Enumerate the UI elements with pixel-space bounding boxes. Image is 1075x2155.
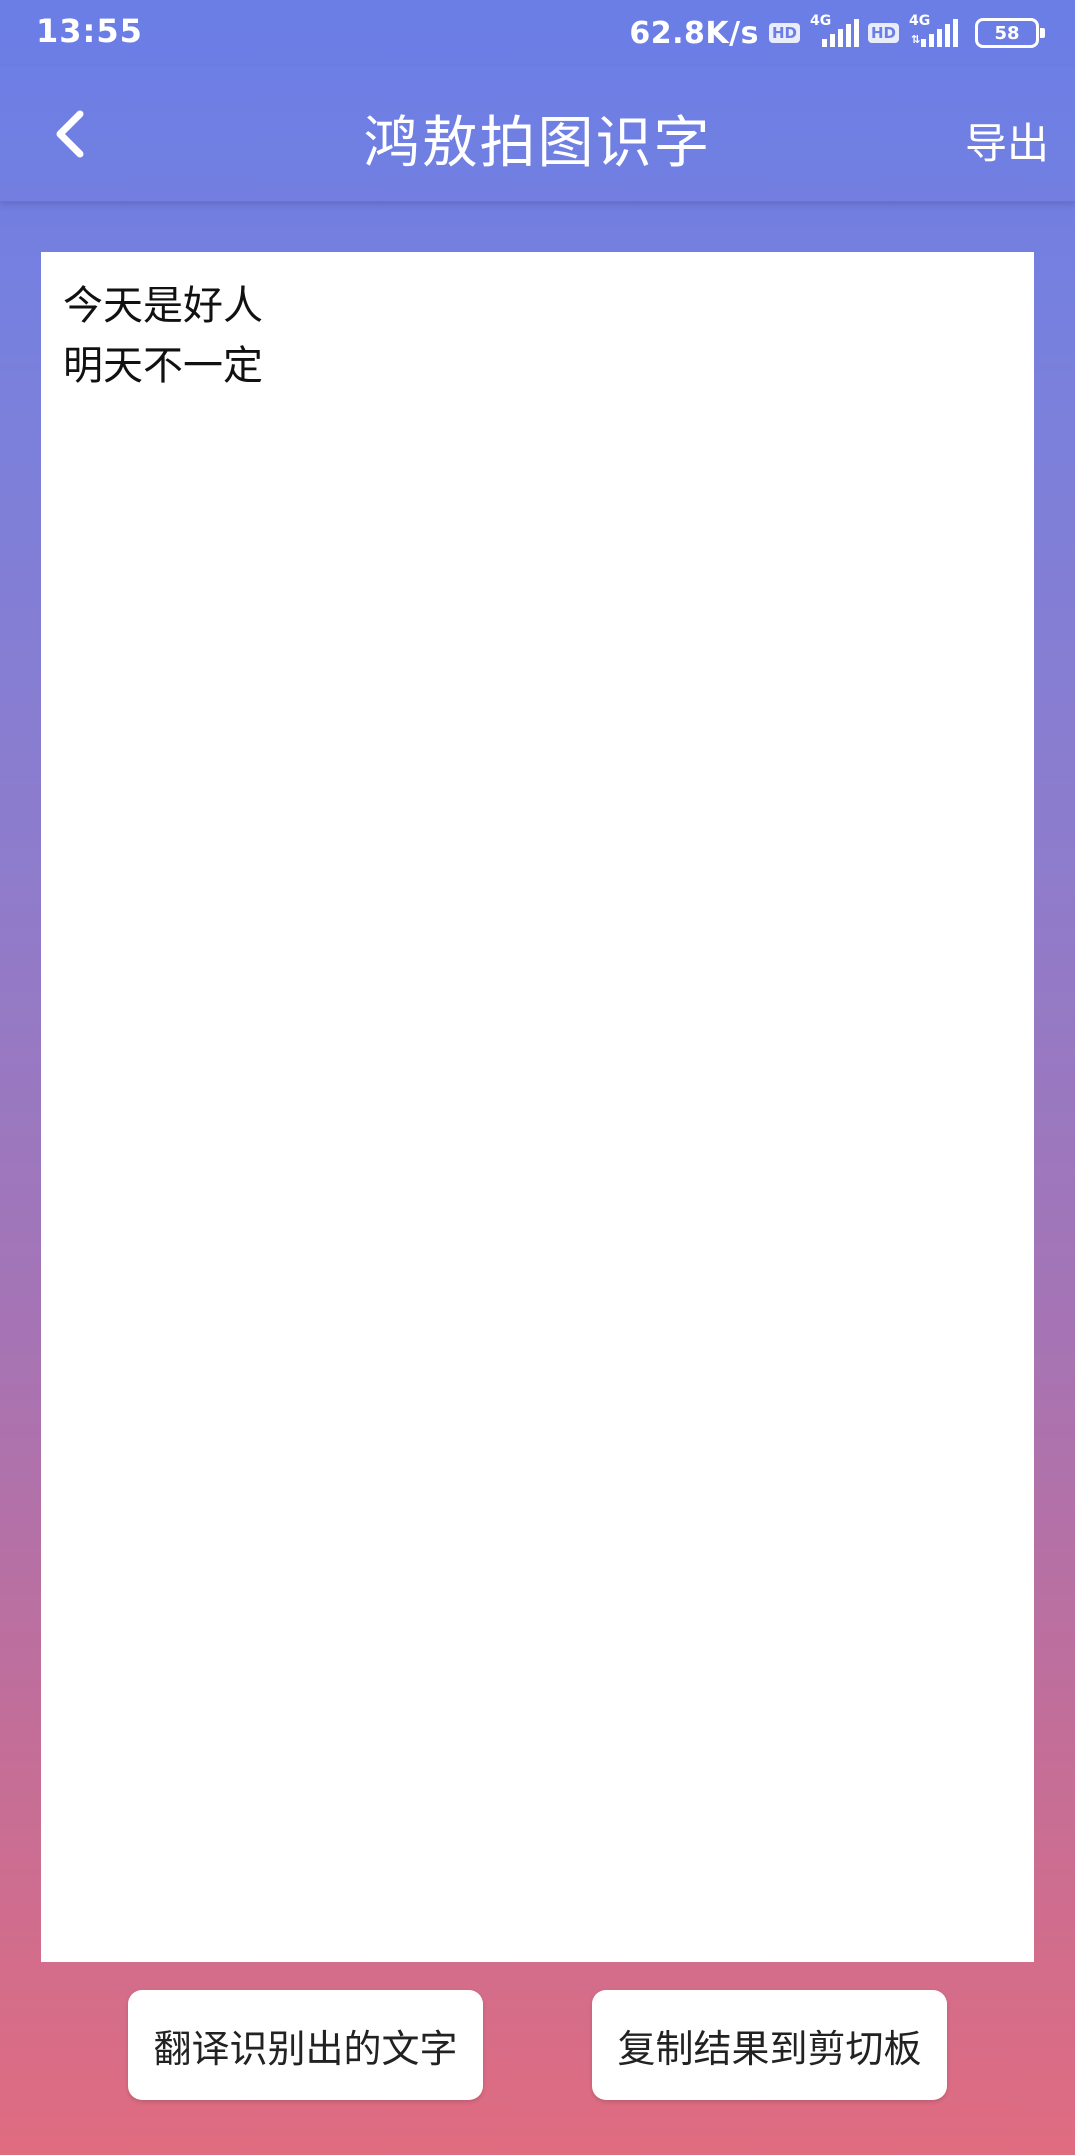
battery-icon: 58 xyxy=(975,18,1045,48)
result-panel xyxy=(41,252,1034,1962)
export-button[interactable]: 导出 xyxy=(965,110,1049,171)
signal-icon-2: 4G ⇅ xyxy=(909,13,958,51)
result-text-area[interactable] xyxy=(63,276,1012,1938)
status-time: 13:55 xyxy=(36,12,143,50)
hd-badge-2: HD xyxy=(867,23,899,43)
header: 鸿敖拍图识字 导出 xyxy=(0,66,1075,202)
data-arrows-icon: ⇅ xyxy=(911,33,921,46)
signal-icon: 4G xyxy=(809,13,859,51)
page-title: 鸿敖拍图识字 xyxy=(363,111,712,176)
translate-button[interactable]: 翻译识别出的文字 xyxy=(128,1990,483,2100)
status-indicators: 62.8K/s HD 4G HD 4G ⇅ 58 xyxy=(629,12,1045,54)
battery-level: 58 xyxy=(994,22,1020,44)
copy-to-clipboard-button[interactable]: 复制结果到剪切板 xyxy=(592,1990,947,2100)
network-type-label: 4G xyxy=(809,13,832,29)
status-bar: 13:55 62.8K/s HD 4G HD 4G ⇅ 58 xyxy=(0,0,1075,66)
network-speed: 62.8K/s xyxy=(629,15,759,51)
hd-badge: HD xyxy=(768,23,800,43)
app-screen: 13:55 62.8K/s HD 4G HD 4G ⇅ 58 鸿敖拍图识字 导出… xyxy=(0,0,1075,2155)
network-type-label-2: 4G xyxy=(909,13,931,29)
